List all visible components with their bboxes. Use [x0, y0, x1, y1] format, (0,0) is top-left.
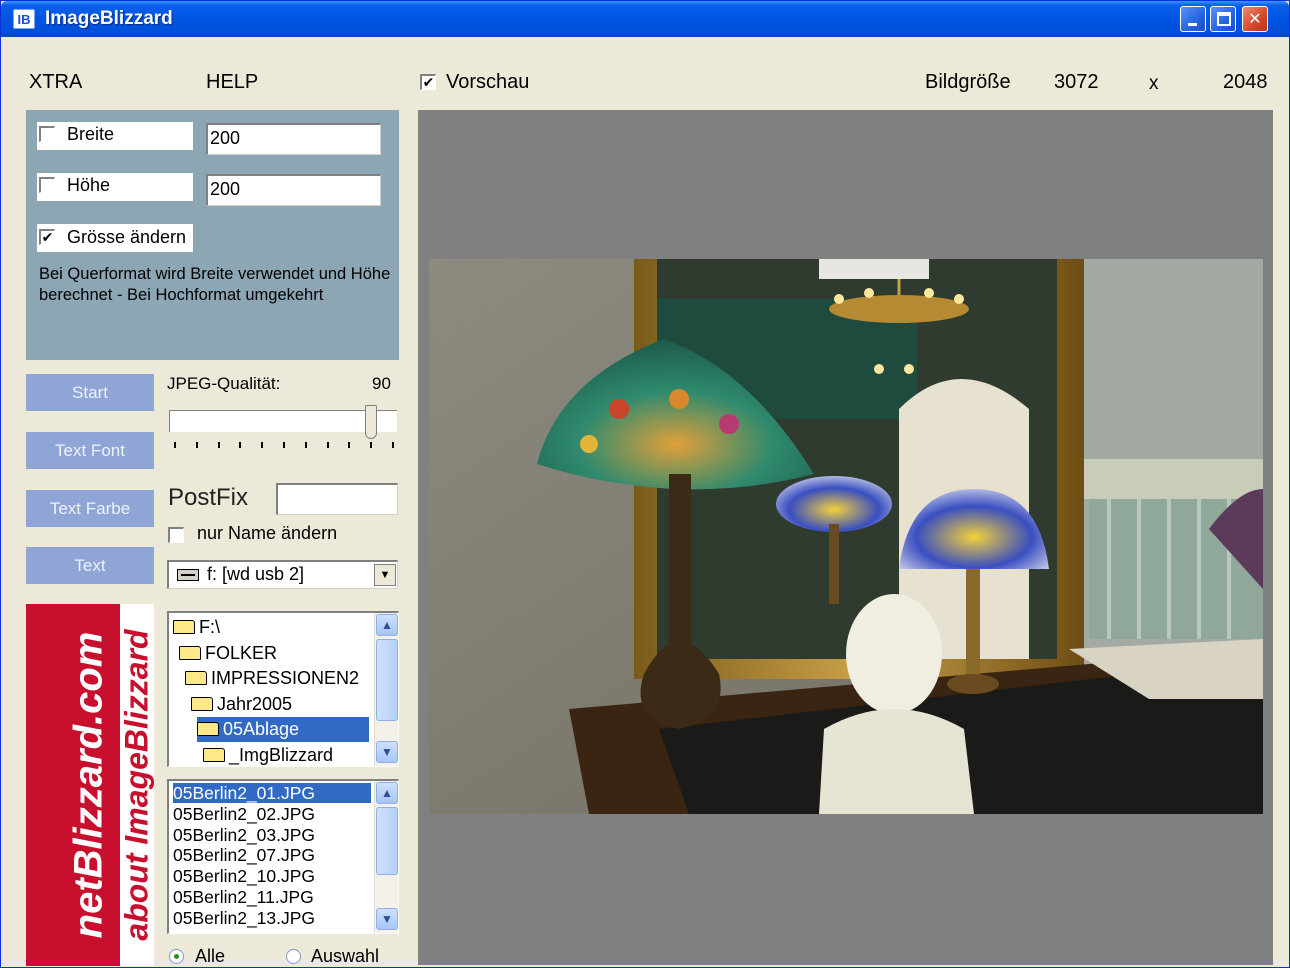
slider-tick — [304, 442, 307, 448]
resize-checkbox[interactable]: ✔ — [39, 229, 55, 245]
slider-tick — [370, 442, 373, 448]
menu-xtra[interactable]: XTRA — [29, 71, 82, 94]
folder-item-label: 05Ablage — [223, 719, 300, 739]
folder-item-label: FOLKER — [205, 642, 278, 663]
folder-item[interactable]: F:\ — [173, 615, 369, 640]
folder-item-label: F:\ — [199, 617, 220, 637]
scroll-up-icon[interactable]: ▲ — [376, 614, 398, 636]
selection-radio-label: Auswahl — [311, 946, 380, 966]
scroll-up-icon[interactable]: ▲ — [376, 782, 398, 804]
width-input[interactable]: 200 — [206, 123, 381, 155]
banner-main-text: netBlizzard.com — [66, 631, 111, 939]
image-height-value: 2048 — [1223, 71, 1268, 93]
file-list-item[interactable]: 05Berlin2_02.JPG — [173, 804, 371, 824]
file-list-item[interactable]: 05Berlin2_13.JPG — [173, 908, 371, 928]
jpeg-quality-value: 90 — [372, 374, 391, 393]
folder-icon — [173, 620, 195, 634]
slider-tick — [217, 442, 220, 448]
close-icon: ✕ — [1248, 9, 1262, 28]
jpeg-quality-label: JPEG-Qualität: — [167, 374, 281, 393]
title-bar[interactable]: IB ImageBlizzard ✕ — [1, 1, 1289, 37]
window-title: ImageBlizzard — [45, 8, 173, 29]
file-list-item[interactable]: 05Berlin2_07.JPG — [173, 845, 371, 865]
width-checkbox[interactable] — [39, 126, 55, 142]
resize-label: Grösse ändern — [67, 227, 187, 247]
folder-item-label: Jahr2005 — [217, 693, 293, 714]
menu-help[interactable]: HELP — [206, 71, 258, 94]
drive-select[interactable]: f: [wd usb 2] ▼ — [167, 560, 398, 589]
height-input[interactable]: 200 — [206, 174, 381, 206]
maximize-button[interactable] — [1210, 6, 1236, 32]
slider-tick — [261, 442, 264, 448]
selection-radio[interactable] — [286, 949, 301, 964]
folder-item-label: IMPRESSIONEN2 — [211, 668, 360, 688]
text-color-button[interactable]: Text Farbe — [26, 490, 154, 527]
width-checkbox-area[interactable] — [37, 122, 193, 150]
file-list-item[interactable]: 05Berlin2_01.JPG — [173, 783, 371, 803]
maximize-icon — [1217, 12, 1231, 26]
jpeg-quality-slider-thumb[interactable] — [365, 405, 378, 439]
close-button[interactable]: ✕ — [1242, 6, 1268, 32]
width-label: Breite — [67, 124, 115, 144]
preview-image — [429, 259, 1263, 814]
netblizzard-banner[interactable]: netBlizzard.com about ImageBlizzard — [26, 604, 154, 966]
height-label: Höhe — [67, 175, 111, 195]
folder-icon — [185, 671, 207, 685]
slider-tick — [174, 442, 176, 448]
folder-icon — [203, 747, 225, 762]
folder-icon — [197, 722, 219, 736]
image-size-times: x — [1149, 73, 1159, 94]
file-list-item[interactable]: 05Berlin2_10.JPG — [173, 866, 371, 886]
slider-tick — [283, 442, 285, 448]
file-list-scrollbar[interactable]: ▲ ▼ — [374, 781, 398, 933]
folder-item[interactable]: FOLKER — [179, 641, 369, 666]
start-button[interactable]: Start — [26, 374, 154, 411]
folder-icon — [191, 696, 213, 711]
folder-tree-scrollbar[interactable]: ▲ ▼ — [374, 613, 398, 766]
text-font-button[interactable]: Text Font — [26, 432, 154, 469]
height-checkbox-area[interactable] — [37, 173, 193, 201]
image-width-value: 3072 — [1054, 71, 1099, 93]
slider-tick — [239, 442, 242, 448]
image-size-label: Bildgröße — [925, 71, 1011, 93]
file-list[interactable]: 05Berlin2_01.JPG 05Berlin2_02.JPG 05Berlin… — [167, 779, 399, 934]
minimize-icon — [1188, 23, 1197, 26]
folder-tree-scroll-thumb[interactable] — [376, 639, 398, 721]
main-window: IB ImageBlizzard ✕ XTRA HELP ✔ Vorschau … — [0, 0, 1290, 968]
resize-help-text: Bei Querformat wird Breite verwendet und… — [39, 265, 391, 304]
file-list-scroll-thumb[interactable] — [376, 807, 398, 875]
chevron-down-icon[interactable]: ▼ — [374, 564, 396, 586]
minimize-button[interactable] — [1180, 6, 1206, 32]
file-list-item[interactable]: 05Berlin2_11.JPG — [173, 887, 371, 907]
drive-select-value: f: [wd usb 2] — [207, 564, 305, 584]
all-radio-label: Alle — [195, 946, 226, 966]
slider-tick — [392, 442, 394, 448]
slider-tick — [348, 442, 351, 448]
folder-item[interactable]: IMPRESSIONEN2 — [185, 666, 369, 691]
text-button[interactable]: Text — [26, 547, 154, 584]
name-only-checkbox[interactable] — [168, 527, 184, 543]
preview-checkbox[interactable]: ✔ — [420, 74, 436, 90]
drive-icon — [177, 569, 199, 581]
folder-item[interactable]: 05Ablage — [197, 717, 369, 742]
height-checkbox[interactable] — [39, 177, 55, 193]
folder-icon — [179, 645, 201, 660]
all-radio[interactable] — [169, 949, 184, 964]
name-only-label: nur Name ändern — [197, 523, 338, 543]
jpeg-quality-slider[interactable] — [169, 410, 397, 432]
slider-tick — [326, 442, 329, 448]
folder-tree[interactable]: F:\ FOLKER IMPRESSIONEN2 Jahr2005 05Ablage _I… — [167, 611, 399, 767]
file-list-item[interactable]: 05Berlin2_03.JPG — [173, 825, 371, 845]
banner-sub-text: about ImageBlizzard — [118, 629, 155, 941]
slider-tick — [195, 442, 198, 448]
folder-item[interactable]: Jahr2005 — [191, 692, 369, 717]
postfix-label: PostFix — [168, 484, 249, 511]
scroll-down-icon[interactable]: ▼ — [376, 741, 398, 763]
scroll-down-icon[interactable]: ▼ — [376, 908, 398, 930]
folder-item-label: _ImgBlizzard — [229, 744, 334, 765]
postfix-input[interactable] — [276, 483, 398, 515]
preview-label: Vorschau — [446, 71, 530, 93]
app-icon: IB — [13, 9, 35, 29]
folder-item[interactable]: _ImgBlizzard — [203, 743, 369, 767]
